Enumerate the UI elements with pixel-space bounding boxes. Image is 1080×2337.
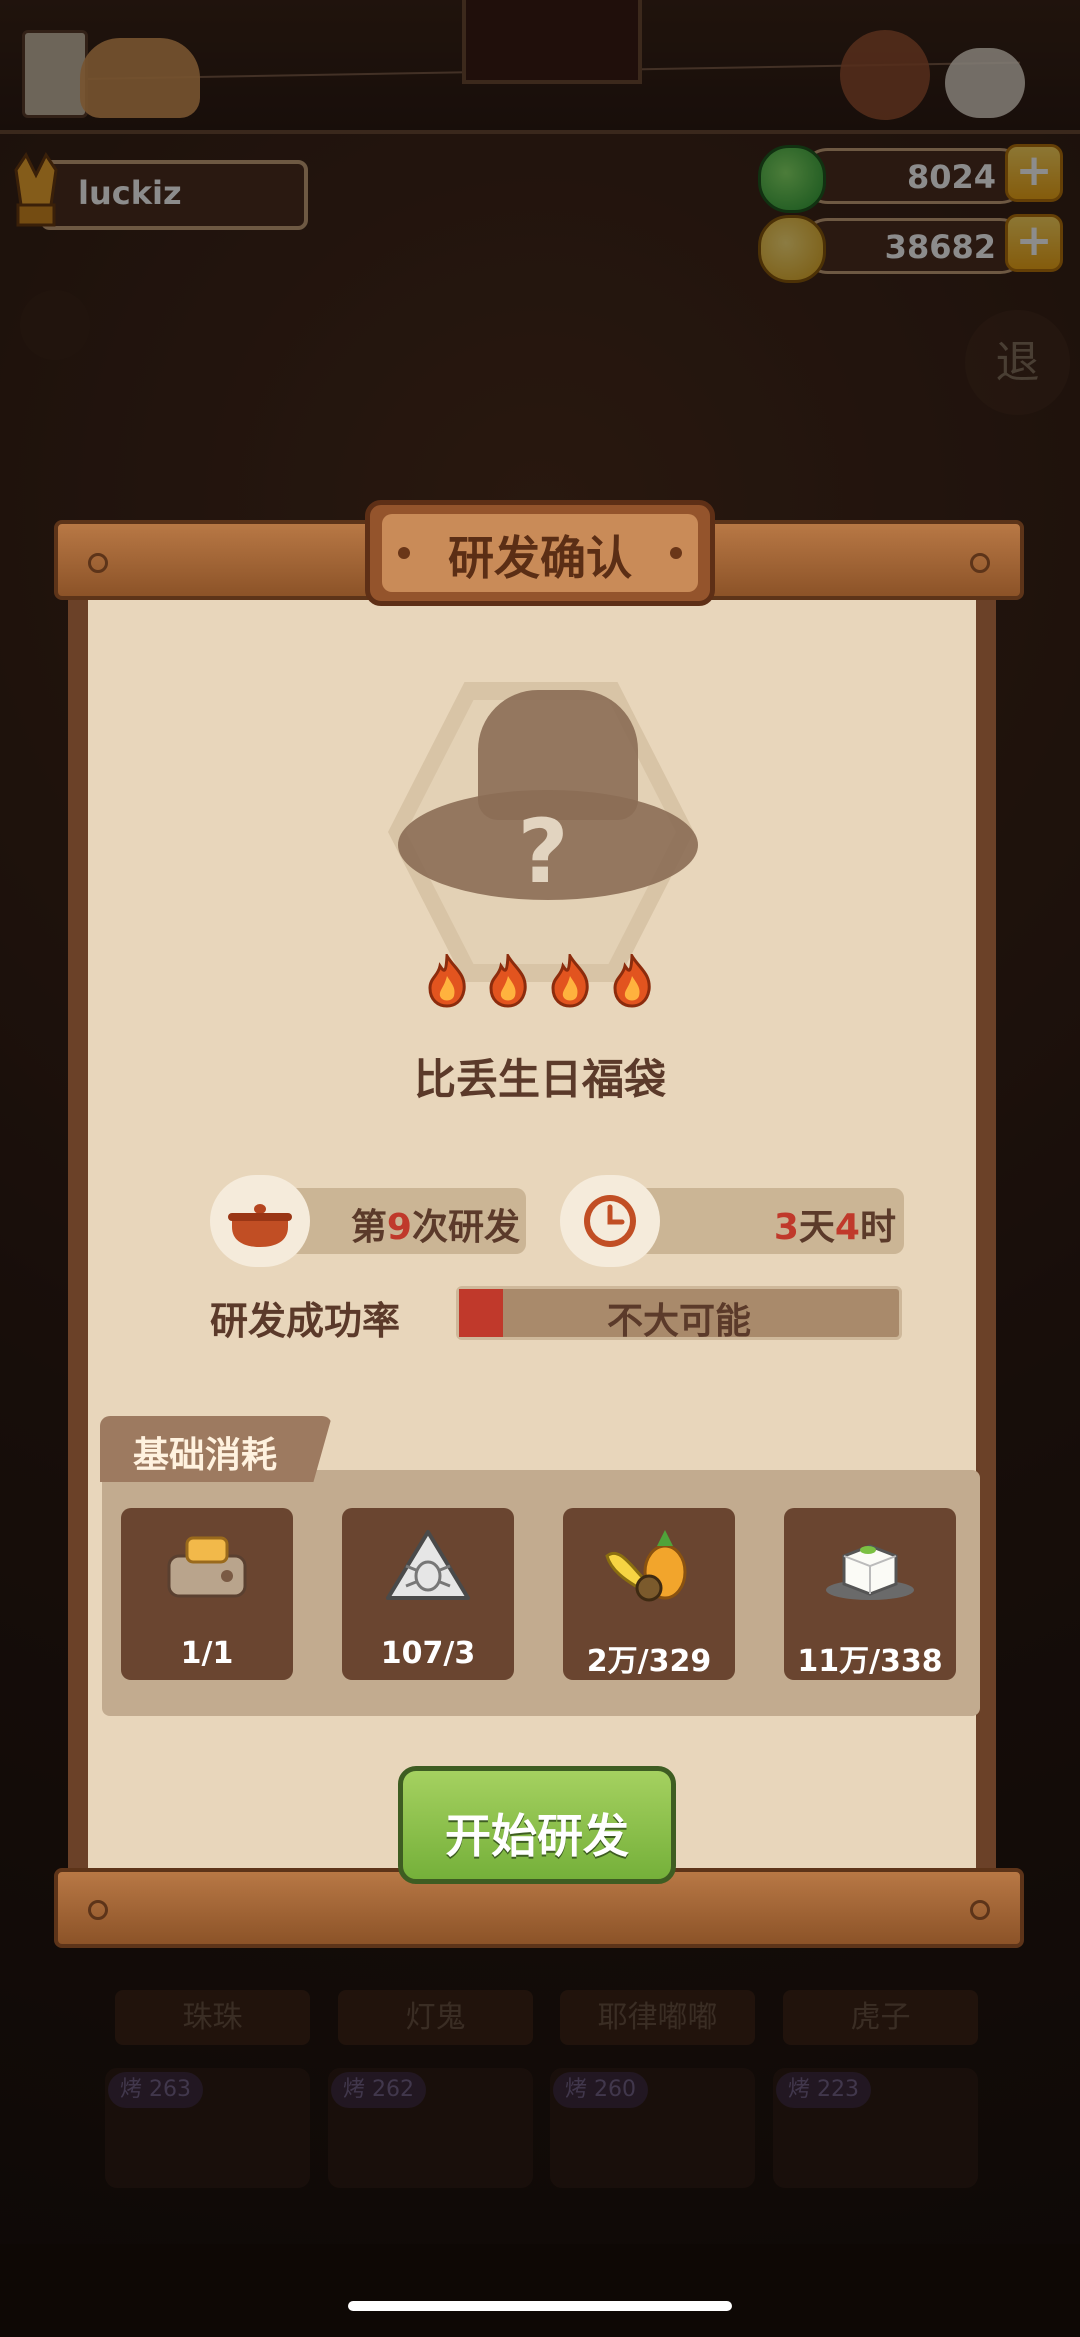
research-time: 3天4时: [773, 1207, 896, 1248]
flame-icon: [613, 954, 651, 1008]
tofu-icon: [826, 1544, 914, 1600]
cost-item[interactable]: 1/1: [121, 1508, 293, 1680]
start-research-label: 开始研发: [445, 1809, 629, 1863]
nail-icon: [88, 1900, 108, 1920]
nail-icon: [970, 553, 990, 573]
cost-item-count: 2万/329: [586, 1644, 712, 1679]
success-rate-label: 研发成功率: [210, 1299, 401, 1343]
cost-item-count: 11万/338: [797, 1644, 943, 1679]
toaster-icon: [167, 1536, 247, 1598]
cost-item[interactable]: 2万/329: [563, 1508, 735, 1680]
dialog-title: 研发确认: [448, 531, 632, 585]
flame-icon: [489, 954, 527, 1008]
cost-section-title: 基础消耗: [132, 1435, 277, 1476]
success-rate-value: 不大可能: [606, 1301, 751, 1342]
pot-icon: [210, 1175, 310, 1267]
flame-icon: [551, 954, 589, 1008]
cost-item-count: 1/1: [180, 1636, 234, 1671]
fruit-icon: [605, 1530, 687, 1602]
cost-item[interactable]: 107/3: [342, 1508, 514, 1680]
cost-item[interactable]: 11万/338: [784, 1508, 956, 1680]
flame-icon: [428, 954, 466, 1008]
cost-item-count: 107/3: [380, 1636, 476, 1671]
clock-icon: [560, 1175, 660, 1267]
nail-icon: [88, 553, 108, 573]
unknown-mark: ?: [517, 800, 569, 903]
home-indicator[interactable]: [348, 2301, 732, 2311]
nail-icon: [970, 1900, 990, 1920]
bug-token-icon: [386, 1530, 470, 1600]
attempt-count: 第9次研发: [350, 1207, 520, 1248]
dish-name: 比丢生日福袋: [413, 1055, 666, 1104]
